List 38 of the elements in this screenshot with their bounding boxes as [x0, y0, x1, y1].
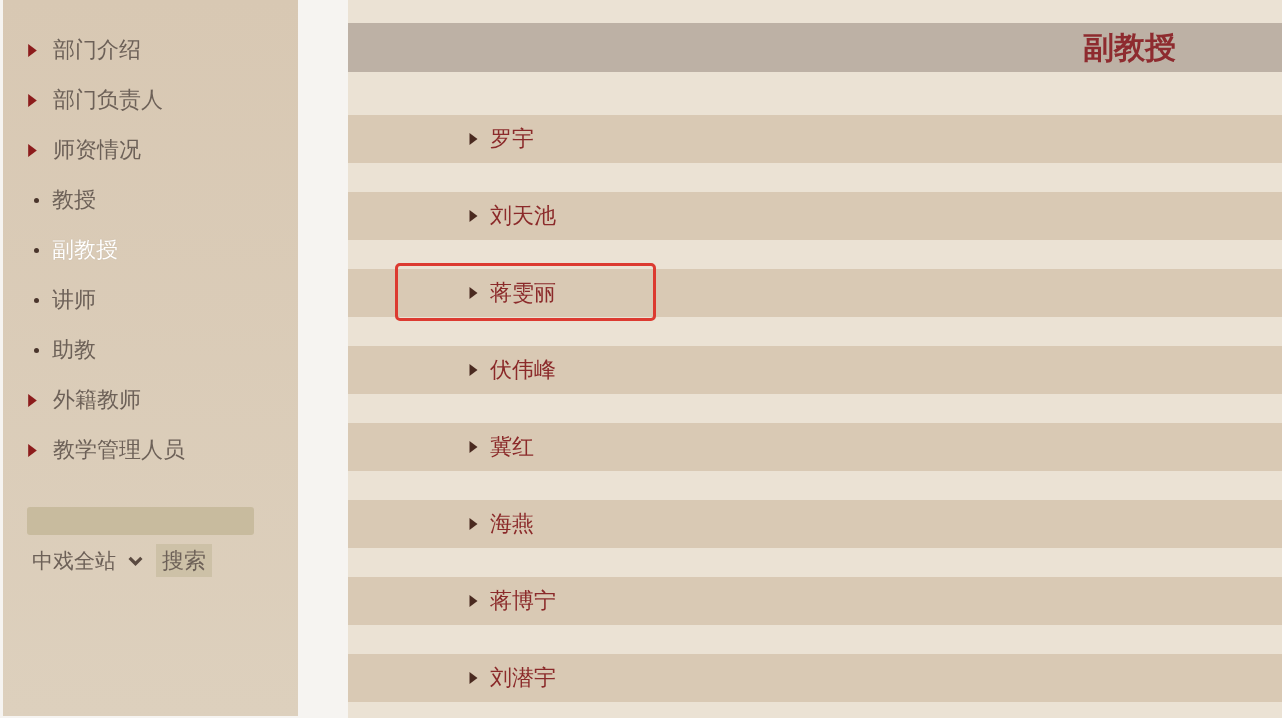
teacher-link[interactable]: 罗宇	[490, 124, 534, 154]
sidebar-item[interactable]: 部门介绍	[3, 25, 298, 75]
triangle-icon	[469, 287, 478, 299]
triangle-icon	[469, 595, 478, 607]
sidebar-item[interactable]: 讲师	[3, 275, 298, 325]
triangle-icon	[28, 93, 37, 107]
teacher-link[interactable]: 海燕	[490, 509, 534, 539]
search-field[interactable]	[27, 507, 254, 535]
triangle-icon	[469, 441, 478, 453]
triangle-icon	[469, 210, 478, 222]
sidebar-item[interactable]: 部门负责人	[3, 75, 298, 125]
triangle-icon	[469, 133, 478, 145]
triangle-icon	[28, 143, 37, 157]
triangle-icon	[469, 518, 478, 530]
page-heading: 副教授	[1083, 27, 1176, 67]
teacher-link[interactable]: 伏伟峰	[490, 355, 556, 385]
triangle-icon	[469, 364, 478, 376]
sidebar-item[interactable]: 教学管理人员	[3, 425, 298, 475]
search-button[interactable]: 搜索	[156, 544, 212, 577]
teacher-link[interactable]: 刘天池	[490, 201, 556, 231]
triangle-icon	[28, 43, 37, 57]
triangle-icon	[28, 443, 37, 457]
triangle-icon	[28, 393, 37, 407]
teacher-link[interactable]: 蒋雯丽	[490, 278, 556, 308]
bullet-icon	[34, 297, 39, 303]
chevron-down-icon	[128, 555, 143, 566]
teacher-link[interactable]: 刘潜宇	[490, 663, 556, 693]
teacher-link[interactable]: 蒋博宁	[490, 586, 556, 616]
triangle-icon	[469, 672, 478, 684]
sidebar-item[interactable]: 教授	[3, 175, 298, 225]
teacher-link[interactable]: 冀红	[490, 432, 534, 462]
sidebar-item[interactable]: 助教	[3, 325, 298, 375]
bullet-icon	[34, 197, 39, 203]
scope-dropdown[interactable]: 中戏全站	[32, 546, 143, 575]
sidebar-item[interactable]: 师资情况	[3, 125, 298, 175]
sidebar-item[interactable]: 外籍教师	[3, 375, 298, 425]
bullet-icon	[34, 247, 39, 253]
bullet-icon	[34, 347, 39, 353]
